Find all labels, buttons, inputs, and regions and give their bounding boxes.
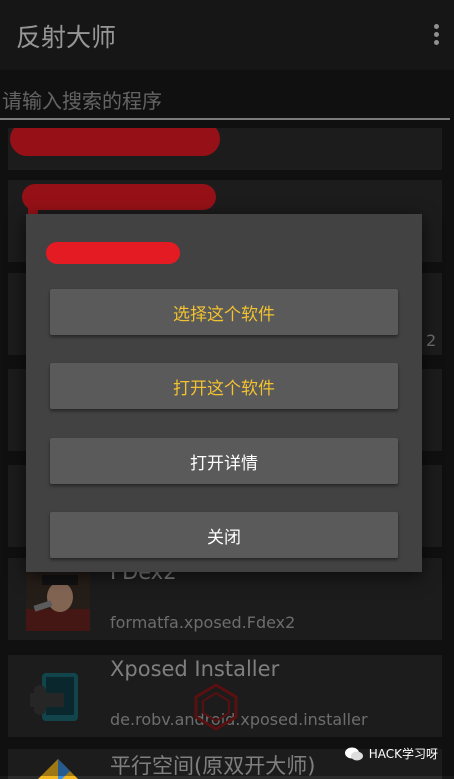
open-app-button[interactable]: 打开这个软件: [50, 363, 398, 409]
wechat-icon: [344, 747, 363, 760]
watermark: HACK学习呀: [344, 745, 438, 762]
select-app-button[interactable]: 选择这个软件: [50, 289, 398, 335]
close-button[interactable]: 关闭: [50, 512, 398, 558]
watermark-text: HACK学习呀: [368, 747, 438, 761]
open-details-button[interactable]: 打开详情: [50, 438, 398, 484]
redaction-mark: [46, 242, 180, 264]
app-options-dialog: 选择这个软件 打开这个软件 打开详情 关闭: [26, 214, 422, 572]
